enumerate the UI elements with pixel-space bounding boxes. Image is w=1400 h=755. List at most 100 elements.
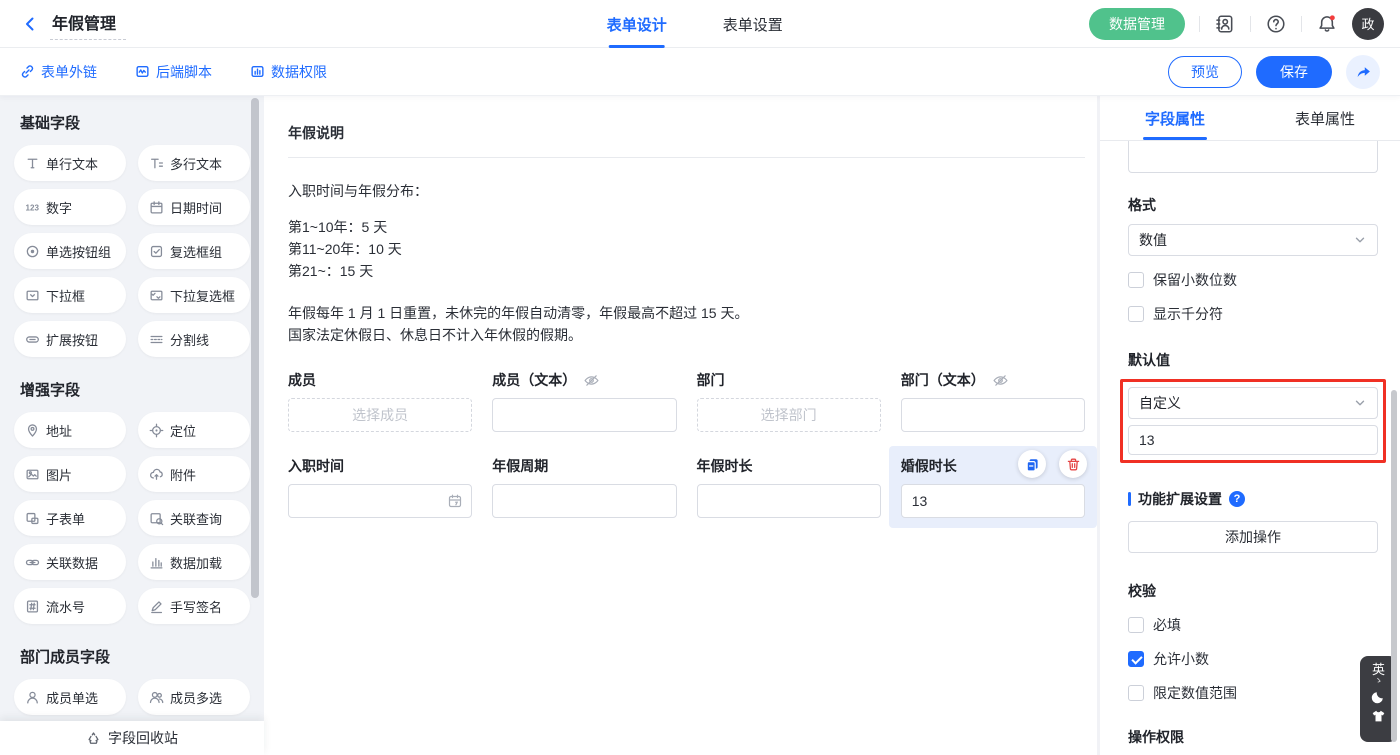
help-button[interactable]: [1265, 13, 1287, 35]
share-button[interactable]: [1346, 55, 1380, 89]
field-pill-serial-number[interactable]: 流水号: [14, 588, 126, 624]
panel-tabs: 字段属性 表单属性: [1100, 96, 1400, 141]
share-arrow-icon: [1355, 63, 1372, 80]
tab-form-settings[interactable]: 表单设置: [723, 0, 783, 48]
checkbox-allow-decimal[interactable]: 允许小数: [1128, 649, 1378, 669]
people-icon: [149, 690, 164, 705]
field-department-text[interactable]: 部门（文本）: [901, 370, 1085, 432]
field-pill-radio-group[interactable]: 单选按钮组: [14, 233, 126, 269]
hire-date-input[interactable]: [288, 484, 472, 518]
field-pill-image[interactable]: 图片: [14, 456, 126, 492]
eye-off-icon: [992, 372, 1009, 389]
dark-mode-moon-icon[interactable]: [1371, 689, 1386, 704]
field-marriage-leave-duration[interactable]: 婚假时长: [889, 446, 1097, 528]
field-pill-extend-button[interactable]: 扩展按钮: [14, 321, 126, 357]
field-pill-checkbox-group[interactable]: 复选框组: [138, 233, 250, 269]
field-pill-number[interactable]: 123数字: [14, 189, 126, 225]
pen-icon: [149, 599, 164, 614]
field-pill-select[interactable]: 下拉框: [14, 277, 126, 313]
field-pill-location[interactable]: 定位: [138, 412, 250, 448]
tab-form-properties[interactable]: 表单属性: [1250, 96, 1400, 140]
field-pill-linked-data[interactable]: 关联数据: [14, 544, 126, 580]
field-pill-linked-query[interactable]: 关联查询: [138, 500, 250, 536]
theme-shirt-icon[interactable]: [1371, 709, 1386, 724]
checkbox-box[interactable]: [1128, 685, 1144, 701]
notification-dot: [1330, 15, 1335, 20]
field-annual-leave-cycle[interactable]: 年假周期: [492, 456, 676, 518]
properties-panel: 字段属性 表单属性 格式 数值 保留小数位数 显示千分符 默认值 自定义 功能扩…: [1100, 96, 1400, 755]
copy-field-button[interactable]: [1018, 450, 1046, 478]
field-department[interactable]: 部门: [697, 370, 881, 432]
field-pill-multi-text[interactable]: 多行文本: [138, 145, 250, 181]
contacts-button[interactable]: [1214, 13, 1236, 35]
tab-field-properties[interactable]: 字段属性: [1100, 96, 1250, 140]
page-title[interactable]: 年假管理: [50, 8, 126, 40]
data-permission-link[interactable]: 数据权限: [250, 62, 327, 82]
default-type-select[interactable]: 自定义: [1128, 387, 1378, 419]
field-recycle-bin[interactable]: 字段回收站: [0, 721, 264, 755]
backend-script-link[interactable]: 后端脚本: [135, 62, 212, 82]
radio-icon: [25, 244, 40, 259]
description-line: 国家法定休假日、休息日不计入年休假的假期。: [288, 324, 1085, 346]
form-external-link[interactable]: 表单外链: [20, 62, 97, 82]
bar-chart-icon: [149, 555, 164, 570]
recycle-icon: [86, 731, 101, 746]
field-pill-divider[interactable]: 分割线: [138, 321, 250, 357]
checkbox-box[interactable]: [1128, 306, 1144, 322]
preview-button[interactable]: 预览: [1168, 56, 1242, 88]
link-icon: [20, 64, 35, 79]
checkbox-limit-range[interactable]: 限定数值范围: [1128, 683, 1378, 703]
field-pill-data-load[interactable]: 数据加载: [138, 544, 250, 580]
sidebar-scrollbar[interactable]: [251, 98, 259, 598]
tab-form-design[interactable]: 表单设计: [607, 0, 667, 48]
checkbox-box[interactable]: [1128, 617, 1144, 633]
format-select[interactable]: 数值: [1128, 224, 1378, 256]
marriage-leave-duration-input[interactable]: [901, 484, 1085, 518]
calendar-icon: [447, 493, 463, 509]
annotation-highlight-box: 自定义: [1120, 379, 1386, 463]
image-icon: [25, 467, 40, 482]
field-pill-signature[interactable]: 手写签名: [138, 588, 250, 624]
field-pill-multi-select[interactable]: 下拉复选框: [138, 277, 250, 313]
department-text-input[interactable]: [901, 398, 1085, 432]
checkbox-box[interactable]: [1128, 272, 1144, 288]
avatar[interactable]: 政: [1352, 8, 1384, 40]
member-text-input[interactable]: [492, 398, 676, 432]
field-pill-single-text[interactable]: 单行文本: [14, 145, 126, 181]
field-hire-date[interactable]: 入职时间: [288, 456, 472, 518]
back-button[interactable]: [16, 10, 44, 38]
panel-scrollbar[interactable]: [1391, 390, 1397, 742]
save-button[interactable]: 保存: [1256, 56, 1332, 88]
extension-help-icon[interactable]: ?: [1229, 491, 1245, 507]
checkbox-thousand-separator[interactable]: 显示千分符: [1128, 304, 1378, 324]
field-member-text[interactable]: 成员（文本）: [492, 370, 676, 432]
checkbox-box[interactable]: [1128, 651, 1144, 667]
form-description-field[interactable]: 年假说明 入职时间与年假分布： 第1~10年：5 天 第11~20年：10 天 …: [288, 122, 1085, 346]
translate-language-button[interactable]: 英: [1372, 663, 1385, 676]
field-member[interactable]: 成员: [288, 370, 472, 432]
notification-button[interactable]: [1316, 13, 1338, 35]
section-title-basic-fields: 基础字段: [20, 112, 250, 133]
default-value-input[interactable]: [1128, 425, 1378, 455]
multi-text-icon: [149, 156, 164, 171]
crosshair-icon: [149, 423, 164, 438]
field-pill-subform[interactable]: 子表单: [14, 500, 126, 536]
divider-lines-icon: [149, 332, 164, 347]
annual-leave-cycle-input[interactable]: [492, 484, 676, 518]
permission-label: 操作权限: [1128, 727, 1378, 747]
delete-field-button[interactable]: [1059, 450, 1087, 478]
field-pill-address[interactable]: 地址: [14, 412, 126, 448]
checkbox-keep-decimal[interactable]: 保留小数位数: [1128, 270, 1378, 290]
annual-leave-duration-input[interactable]: [697, 484, 881, 518]
field-pill-member-multi[interactable]: 成员多选: [138, 679, 250, 715]
data-manage-button[interactable]: 数据管理: [1089, 8, 1185, 40]
member-picker-input[interactable]: [288, 398, 472, 432]
field-annual-leave-duration[interactable]: 年假时长: [697, 456, 881, 518]
department-picker-input[interactable]: [697, 398, 881, 432]
field-pill-datetime[interactable]: 日期时间: [138, 189, 250, 225]
add-action-button[interactable]: 添加操作: [1128, 521, 1378, 553]
field-pill-member-single[interactable]: 成员单选: [14, 679, 126, 715]
panel-top-input[interactable]: [1128, 141, 1378, 173]
field-pill-attachment[interactable]: 附件: [138, 456, 250, 492]
checkbox-required[interactable]: 必填: [1128, 615, 1378, 635]
